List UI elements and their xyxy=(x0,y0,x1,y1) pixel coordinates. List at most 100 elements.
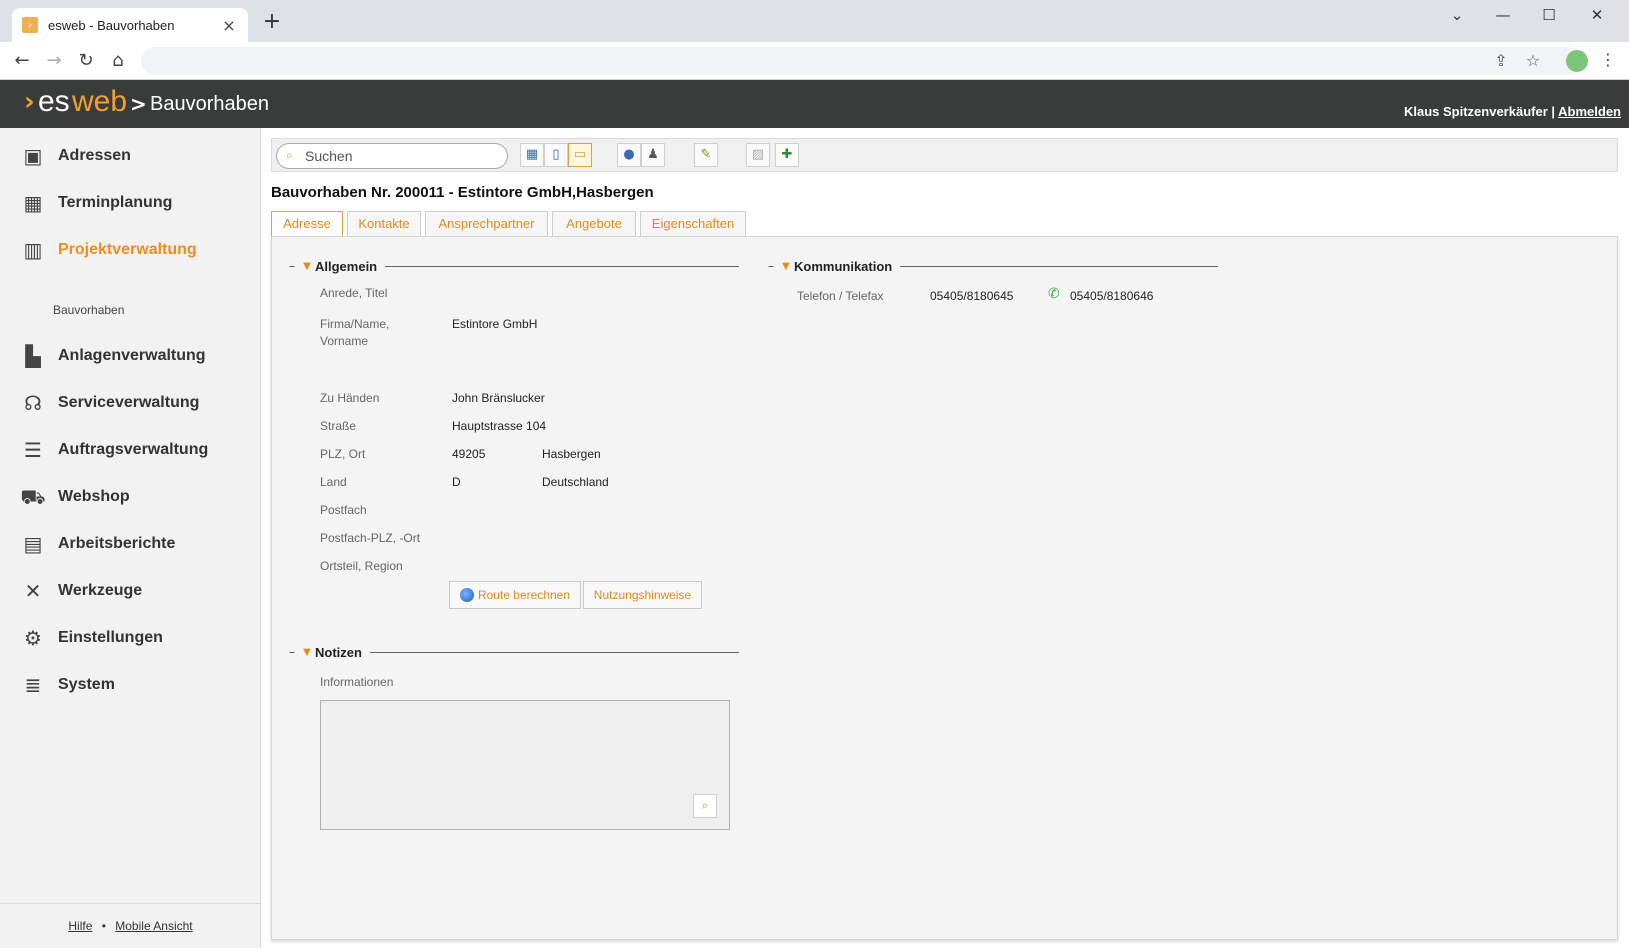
value-land: Deutschland xyxy=(542,475,609,489)
tab-adresse[interactable]: Adresse xyxy=(271,211,343,238)
route-button[interactable]: Route berechnen xyxy=(449,581,581,609)
forward-icon[interactable]: → xyxy=(42,49,66,73)
tab-angebote[interactable]: Angebote xyxy=(552,211,636,237)
value-land-code: D xyxy=(452,475,461,489)
sidebar-item-projektverwaltung[interactable]: ▥ Projektverwaltung xyxy=(20,235,197,265)
search-icon: ⌕ xyxy=(286,148,293,162)
notes-search-icon[interactable]: ⌕ xyxy=(693,794,717,818)
sidebar-item-label: Adressen xyxy=(58,147,131,164)
search-box: ⌕ xyxy=(276,143,508,169)
footer-dot: • xyxy=(101,919,106,933)
folder-view-button[interactable]: ▭ xyxy=(568,143,592,167)
star-icon[interactable]: ☆ xyxy=(1522,51,1544,70)
section-kommunikation-header[interactable]: – ▼ Kommunikation xyxy=(768,256,1218,276)
sidebar-item-auftragsverwaltung[interactable]: ☰ Auftragsverwaltung xyxy=(20,435,208,465)
browser-tabstrip: › esweb - Bauvorhaben × + ⌄ — ☐ ✕ xyxy=(0,0,1629,42)
edit-icon[interactable]: ✎ xyxy=(694,143,718,167)
value-telefon[interactable]: 05405/8180645 xyxy=(930,288,1013,305)
share-icon[interactable]: ⇪ xyxy=(1490,51,1512,70)
value-ort: Hasbergen xyxy=(542,447,601,461)
search-input[interactable] xyxy=(305,147,500,165)
sidebar-item-anlagenverwaltung[interactable]: ▙ Anlagenverwaltung xyxy=(20,341,206,371)
caret-down-icon: ▼ xyxy=(782,260,790,272)
maximize-button[interactable]: ☐ xyxy=(1534,6,1564,24)
usage-hints-button[interactable]: Nutzungshinweise xyxy=(583,581,702,609)
sidebar-item-label: Webshop xyxy=(58,488,130,505)
record-title: Bauvorhaben Nr. 200011 - Estintore GmbH,… xyxy=(271,184,654,201)
sidebar-item-label: Anlagenverwaltung xyxy=(58,347,206,364)
database-icon: ≣ xyxy=(24,673,42,697)
browser-tab[interactable]: › esweb - Bauvorhaben × xyxy=(12,8,248,42)
sidebar-item-label: Einstellungen xyxy=(58,629,163,646)
collapse-minus-icon[interactable]: – xyxy=(289,259,299,273)
new-record-icon[interactable]: ● xyxy=(617,143,641,167)
phone-icon[interactable]: ✆ xyxy=(1048,286,1060,302)
sidebar-item-label: Projektverwaltung xyxy=(58,241,197,258)
logout-link[interactable]: Abmelden xyxy=(1558,104,1621,119)
main-toolbar: ⌕ ▦ ▯ ▭ ● ♟ ✎ ▨ ✚ xyxy=(271,138,1618,172)
home-icon[interactable]: ⌂ xyxy=(106,49,130,73)
project-icon: ▥ xyxy=(23,238,43,262)
close-window-button[interactable]: ✕ xyxy=(1582,6,1612,24)
detail-view-button[interactable]: ▯ xyxy=(544,143,568,167)
sidebar-item-serviceverwaltung[interactable]: ☊ Serviceverwaltung xyxy=(20,388,199,418)
label-postfach-plz: Postfach-PLZ, -Ort xyxy=(320,531,421,545)
minimize-button[interactable]: — xyxy=(1488,6,1518,24)
reload-icon[interactable]: ↻ xyxy=(74,49,98,73)
sidebar-subitem-bauvorhaben[interactable]: Bauvorhaben xyxy=(53,303,124,317)
route-button-label: Route berechnen xyxy=(477,588,571,602)
section-title: Allgemein xyxy=(315,258,378,274)
help-link[interactable]: Hilfe xyxy=(68,919,92,933)
user-info: Klaus Spitzenverkäufer | Abmelden xyxy=(1404,104,1621,119)
section-notizen-header[interactable]: – ▼ Notizen xyxy=(289,642,739,662)
sidebar-item-label: Arbeitsberichte xyxy=(58,535,176,552)
profile-avatar[interactable] xyxy=(1566,50,1588,72)
sidebar-item-webshop[interactable]: ⛟ Webshop xyxy=(20,482,130,512)
sidebar-footer: Hilfe • Mobile Ansicht xyxy=(0,903,261,948)
user-separator: | xyxy=(1547,104,1559,119)
section-allgemein-header[interactable]: – ▼ Allgemein xyxy=(289,256,739,276)
excel-export-icon[interactable]: ✚ xyxy=(775,143,799,167)
browser-tab-title: esweb - Bauvorhaben xyxy=(48,17,175,33)
sidebar-item-arbeitsberichte[interactable]: ▤ Arbeitsberichte xyxy=(20,529,176,559)
collapse-minus-icon[interactable]: – xyxy=(768,259,778,273)
label-zu-haenden: Zu Händen xyxy=(320,391,380,405)
section-divider xyxy=(385,265,739,267)
address-bar[interactable] xyxy=(141,47,1581,75)
label-firma: Firma/Name, Vorname xyxy=(320,317,390,348)
sidebar-item-einstellungen[interactable]: ⚙ Einstellungen xyxy=(20,623,163,653)
calendar-icon: ▦ xyxy=(23,191,43,215)
list-view-button[interactable]: ▦ xyxy=(520,143,544,167)
user-action-icon[interactable]: ♟ xyxy=(641,143,665,167)
cart-icon: ⛟ xyxy=(20,485,46,509)
caret-down-icon: ▼ xyxy=(303,260,311,272)
app-header: › es web > Bauvorhaben Klaus Spitzenverk… xyxy=(0,80,1629,128)
sidebar-item-adressen[interactable]: ▣ Adressen xyxy=(20,141,131,171)
tab-kontakte[interactable]: Kontakte xyxy=(347,211,421,237)
close-tab-icon[interactable]: × xyxy=(220,16,238,35)
favicon-icon: › xyxy=(22,17,38,33)
collapse-minus-icon[interactable]: – xyxy=(289,645,299,659)
report-icon[interactable]: ▨ xyxy=(746,143,770,167)
sidebar-item-system[interactable]: ≣ System xyxy=(20,670,115,700)
value-telefax[interactable]: 05405/8180646 xyxy=(1070,288,1153,305)
back-icon[interactable]: ← xyxy=(10,49,34,73)
sidebar-item-label: Auftragsverwaltung xyxy=(58,441,209,458)
notes-textarea[interactable] xyxy=(320,700,730,830)
factory-icon: ▙ xyxy=(25,344,41,368)
label-telefon-telefax: Telefon / Telefax xyxy=(797,289,884,303)
sidebar-item-werkzeuge[interactable]: ✕ Werkzeuge xyxy=(20,576,143,606)
sidebar-item-terminplanung[interactable]: ▦ Terminplanung xyxy=(20,188,173,218)
clipboard-icon: ▤ xyxy=(23,532,43,556)
browser-menu-icon[interactable]: ⋮ xyxy=(1600,50,1616,69)
tab-ansprechpartner[interactable]: Ansprechpartner xyxy=(425,211,548,237)
globe-icon xyxy=(459,588,474,602)
sidebar-item-label: Werkzeuge xyxy=(58,582,143,599)
sidebar-item-label: System xyxy=(58,676,115,693)
tab-eigenschaften[interactable]: Eigenschaften xyxy=(640,211,746,237)
tab-search-icon[interactable]: ⌄ xyxy=(1442,6,1472,24)
section-divider xyxy=(900,265,1218,267)
sidebar-item-label: Serviceverwaltung xyxy=(58,394,200,411)
mobile-view-link[interactable]: Mobile Ansicht xyxy=(115,919,192,933)
new-tab-button[interactable]: + xyxy=(260,11,284,35)
